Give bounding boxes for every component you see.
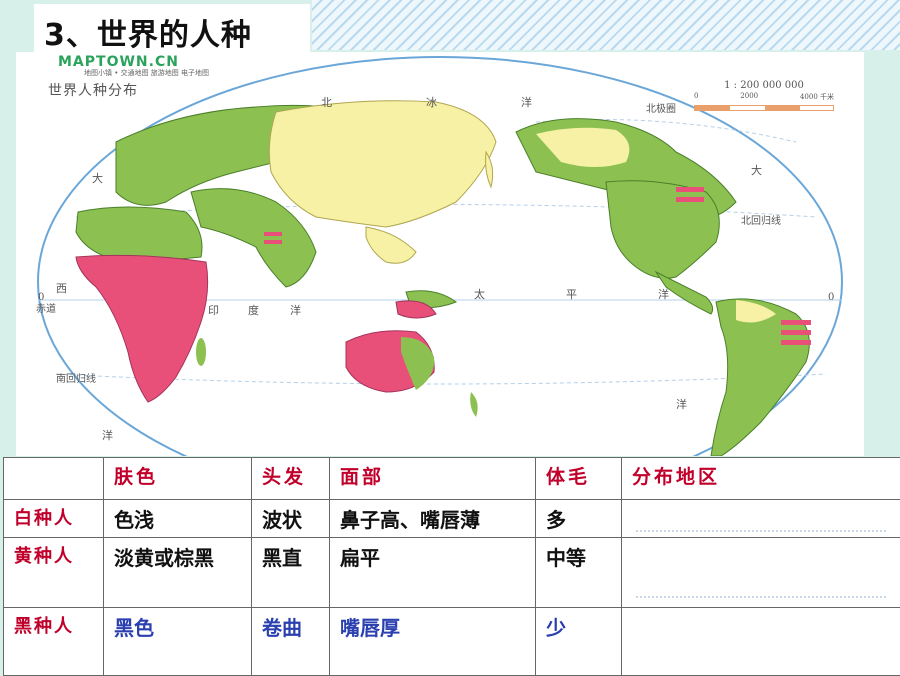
cell-region-yellow — [622, 538, 900, 608]
cell-body-hair: 多 — [536, 500, 622, 538]
label-ocean4: 洋 — [102, 427, 113, 443]
cell-hair: 黑直 — [252, 538, 330, 608]
scale-ratio: 1 : 200 000 000 — [694, 80, 834, 91]
faded-text-placeholder — [636, 596, 886, 604]
scale-tick-0: 0 — [694, 92, 698, 102]
table-row: 黄种人 淡黄或棕黑 黑直 扁平 中等 — [4, 538, 900, 608]
label-arctic-circle: 北极圈 — [646, 100, 676, 115]
cell-body-hair: 中等 — [536, 538, 622, 608]
world-race-map: MAPTOWN.CN 地图小镇 • 交通地图 旅游地图 电子地图 世界人种分布 … — [16, 52, 864, 456]
cell-region-black — [622, 608, 900, 676]
cell-hair: 波状 — [252, 500, 330, 538]
cell-skin: 色浅 — [104, 500, 252, 538]
label-zero-right: 0 — [828, 292, 834, 303]
row-name-white: 白种人 — [4, 500, 104, 538]
label-ocean3: 洋 — [658, 286, 669, 302]
sa-black-stripe-1 — [781, 320, 811, 325]
race-comparison-table: 肤色 头发 面部 体毛 分布地区 白种人 色浅 波状 鼻子高、嘴唇薄 多 黄种人… — [3, 457, 900, 676]
cell-skin: 黑色 — [104, 608, 252, 676]
scale-tick-2: 4000 千米 — [800, 92, 834, 102]
header-face: 面部 — [330, 458, 536, 500]
label-tai: 太 — [474, 286, 485, 302]
table-row: 黑种人 黑色 卷曲 嘴唇厚 少 — [4, 608, 900, 676]
row-name-yellow: 黄种人 — [4, 538, 104, 608]
label-pacific-da: 大 — [751, 162, 762, 178]
scale-tick-1: 2000 — [740, 92, 758, 102]
label-tropic-capricorn: 南回归线 — [56, 370, 96, 385]
cell-hair: 卷曲 — [252, 608, 330, 676]
map-brand-subtitle: 地图小镇 • 交通地图 旅游地图 电子地图 — [84, 68, 209, 78]
sa-black-stripe-2 — [781, 330, 811, 335]
header-skin: 肤色 — [104, 458, 252, 500]
header-stripe-decoration — [312, 0, 900, 50]
map-scale: 1 : 200 000 000 0 2000 4000 千米 — [694, 80, 834, 111]
slide-title: 3、世界的人种 — [44, 10, 252, 54]
label-india: 印 — [208, 302, 219, 318]
label-ice: 冰 — [426, 94, 437, 110]
cell-body-hair: 少 — [536, 608, 622, 676]
cell-face: 鼻子高、嘴唇薄 — [330, 500, 536, 538]
label-zero-left: 0 — [38, 292, 44, 303]
cell-face: 扁平 — [330, 538, 536, 608]
na-black-stripe-1 — [676, 187, 704, 192]
label-ocean5: 洋 — [676, 396, 687, 412]
label-north: 北 — [321, 94, 332, 110]
india-black-stripe-1 — [264, 232, 282, 236]
table-row: 白种人 色浅 波状 鼻子高、嘴唇薄 多 — [4, 500, 900, 538]
label-ocean2: 洋 — [290, 302, 301, 318]
label-ocean1: 洋 — [521, 94, 532, 110]
row-name-black: 黑种人 — [4, 608, 104, 676]
scale-ticks: 0 2000 4000 千米 — [694, 92, 834, 102]
table-header-row: 肤色 头发 面部 体毛 分布地区 — [4, 458, 900, 500]
scale-bar — [694, 105, 834, 111]
sa-black-stripe-3 — [781, 340, 811, 345]
header-empty — [4, 458, 104, 500]
cell-region-white — [622, 500, 900, 538]
label-atlantic-da: 大 — [92, 170, 103, 186]
label-tropic-cancer: 北回归线 — [741, 212, 781, 227]
map-graphic — [16, 52, 864, 456]
cell-face: 嘴唇厚 — [330, 608, 536, 676]
india-black-stripe-2 — [264, 240, 282, 244]
madagascar — [196, 338, 206, 366]
label-du: 度 — [248, 302, 259, 318]
label-ping: 平 — [566, 286, 577, 302]
map-title: 世界人种分布 — [48, 80, 138, 100]
header-hair: 头发 — [252, 458, 330, 500]
na-black-stripe-2 — [676, 197, 704, 202]
label-west: 西 — [56, 280, 67, 296]
header-body-hair: 体毛 — [536, 458, 622, 500]
header-region: 分布地区 — [622, 458, 900, 500]
cell-skin: 淡黄或棕黑 — [104, 538, 252, 608]
